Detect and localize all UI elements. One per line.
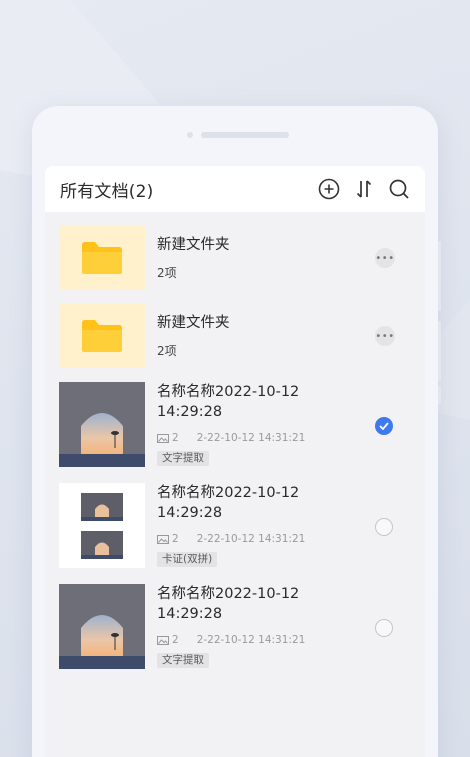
- folder-thumbnail: [59, 304, 145, 368]
- document-name: 名称名称2022-10-12: [157, 485, 300, 501]
- document-thumbnail: [59, 584, 145, 669]
- list-item[interactable]: 名称名称2022-10-12 14:29:28 2 2-22-10-12 14:…: [45, 483, 425, 584]
- document-time: 14:29:28: [157, 606, 223, 622]
- document-thumbnail: [59, 382, 145, 467]
- select-checkbox[interactable]: [375, 619, 393, 637]
- document-time: 14:29:28: [157, 404, 223, 420]
- page-count: 2: [172, 634, 179, 646]
- item-count: 2项: [157, 344, 177, 358]
- document-list: 新建文件夹 2项 ••• 新建文件夹 2项 ••• 名称名称2022-10-12…: [45, 212, 425, 685]
- side-button: [438, 386, 441, 404]
- document-tag: 文字提取: [157, 653, 209, 668]
- document-tag: 文字提取: [157, 451, 209, 466]
- camera: [187, 132, 193, 138]
- speaker: [201, 132, 289, 138]
- add-circle-icon[interactable]: [318, 178, 340, 200]
- folder-name: 新建文件夹: [157, 237, 230, 253]
- item-count: 2项: [157, 266, 177, 280]
- list-item[interactable]: 新建文件夹 2项 •••: [45, 304, 425, 382]
- image-icon: [157, 635, 169, 645]
- image-icon: [157, 534, 169, 544]
- document-meta: 2 2-22-10-12 14:31:21: [157, 634, 305, 646]
- folder-icon: [82, 242, 122, 274]
- sort-icon[interactable]: [353, 178, 375, 200]
- document-name: 名称名称2022-10-12: [157, 384, 300, 400]
- document-date: 2-22-10-12 14:31:21: [196, 533, 306, 545]
- list-item[interactable]: 新建文件夹 2项 •••: [45, 226, 425, 304]
- document-time: 14:29:28: [157, 505, 223, 521]
- image-icon: [157, 433, 169, 443]
- side-button: [438, 321, 441, 381]
- folder-icon: [82, 320, 122, 352]
- list-item[interactable]: 名称名称2022-10-12 14:29:28 2 2-22-10-12 14:…: [45, 382, 425, 483]
- document-date: 2-22-10-12 14:31:21: [196, 634, 306, 646]
- side-button: [438, 241, 441, 311]
- list-item[interactable]: 名称名称2022-10-12 14:29:28 2 2-22-10-12 14:…: [45, 584, 425, 685]
- folder-name: 新建文件夹: [157, 315, 230, 331]
- more-options-icon[interactable]: •••: [375, 248, 395, 268]
- document-date: 2-22-10-12 14:31:21: [196, 432, 306, 444]
- page-count: 2: [172, 432, 179, 444]
- document-meta: 2 2-22-10-12 14:31:21: [157, 533, 305, 545]
- app-screen: 所有文档(2) 新建文件夹 2项 ••• 新建文件夹 2项 ••• 名称名称20…: [45, 166, 425, 757]
- document-thumbnail: [59, 483, 145, 568]
- check-icon: [379, 422, 389, 430]
- page-count: 2: [172, 533, 179, 545]
- page-title: 所有文档(2): [60, 181, 154, 202]
- phone-frame: 所有文档(2) 新建文件夹 2项 ••• 新建文件夹 2项 ••• 名称名称20…: [32, 106, 441, 757]
- selected-checkbox[interactable]: [375, 417, 393, 435]
- document-name: 名称名称2022-10-12: [157, 586, 300, 602]
- header-bar: 所有文档(2): [45, 166, 425, 212]
- document-meta: 2 2-22-10-12 14:31:21: [157, 432, 305, 444]
- more-options-icon[interactable]: •••: [375, 326, 395, 346]
- document-tag: 卡证(双拼): [157, 552, 218, 567]
- select-checkbox[interactable]: [375, 518, 393, 536]
- folder-thumbnail: [59, 226, 145, 290]
- search-icon[interactable]: [388, 178, 410, 200]
